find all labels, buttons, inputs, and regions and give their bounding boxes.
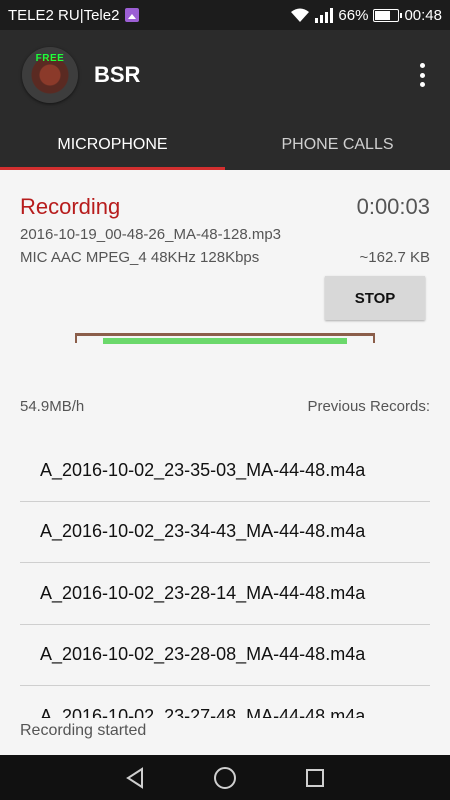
clock: 00:48 <box>404 6 442 24</box>
battery-icon <box>373 8 403 22</box>
recording-rate: 54.9MB/h <box>20 398 85 415</box>
wifi-icon <box>291 8 310 22</box>
carrier-label: TELE2 RU|Tele2 <box>8 6 120 24</box>
recents-icon[interactable] <box>295 758 335 798</box>
home-icon[interactable] <box>205 758 245 798</box>
app-logo: FREE <box>22 47 78 103</box>
record-item[interactable]: A_2016-10-02_23-28-14_MA-44-48.m4a <box>20 563 430 625</box>
overflow-menu-icon[interactable] <box>412 63 432 87</box>
meter-rail <box>75 333 375 343</box>
previous-records-list[interactable]: A_2016-10-02_23-35-03_MA-44-48.m4a A_2016… <box>20 440 430 718</box>
rate-row: 54.9MB/h Previous Records: <box>20 398 430 415</box>
record-item[interactable]: A_2016-10-02_23-35-03_MA-44-48.m4a <box>20 440 430 502</box>
recording-size: ~162.7 KB <box>359 249 430 266</box>
recording-format-row: MIC AAC MPEG_4 48KHz 128Kbps ~162.7 KB <box>20 249 430 266</box>
main-content: Recording 0:00:03 2016-10-19_00-48-26_MA… <box>0 170 450 755</box>
app-title: BSR <box>94 62 141 87</box>
tab-bar: MICROPHONE PHONE CALLS <box>0 120 450 170</box>
recording-filename: 2016-10-19_00-48-26_MA-48-128.mp3 <box>20 226 282 243</box>
audio-level-meter <box>75 333 375 345</box>
record-item[interactable]: A_2016-10-02_23-28-08_MA-44-48.m4a <box>20 625 430 686</box>
app-bar: FREE BSR <box>0 30 450 120</box>
record-item[interactable]: A_2016-10-02_23-34-43_MA-44-48.m4a <box>20 502 430 563</box>
status-icons: 66% 00:48 <box>290 7 442 24</box>
back-icon[interactable] <box>115 758 155 798</box>
gallery-notification-icon <box>125 8 140 22</box>
navigation-bar <box>0 755 450 800</box>
meter-level <box>103 338 347 344</box>
recording-status: Recording <box>20 194 121 219</box>
status-message: Recording started <box>20 722 147 739</box>
tab-microphone[interactable]: MICROPHONE <box>0 120 225 170</box>
carrier-group: TELE2 RU|Tele2 <box>8 6 140 24</box>
previous-records-label: Previous Records: <box>307 398 430 415</box>
battery-percent: 66% <box>338 6 369 24</box>
tab-phone-calls[interactable]: PHONE CALLS <box>225 120 450 170</box>
recording-timer: 0:00:03 <box>356 194 430 219</box>
recording-header: Recording 0:00:03 <box>20 170 430 220</box>
recording-format: MIC AAC MPEG_4 48KHz 128Kbps <box>20 249 260 266</box>
signal-icon <box>315 7 334 23</box>
stop-button[interactable]: STOP <box>325 276 425 320</box>
status-bar: TELE2 RU|Tele2 66% 00:48 <box>0 0 450 30</box>
logo-badge: FREE <box>35 53 65 64</box>
record-item[interactable]: A_2016-10-02_23-27-48_MA-44-48.m4a <box>20 686 430 718</box>
